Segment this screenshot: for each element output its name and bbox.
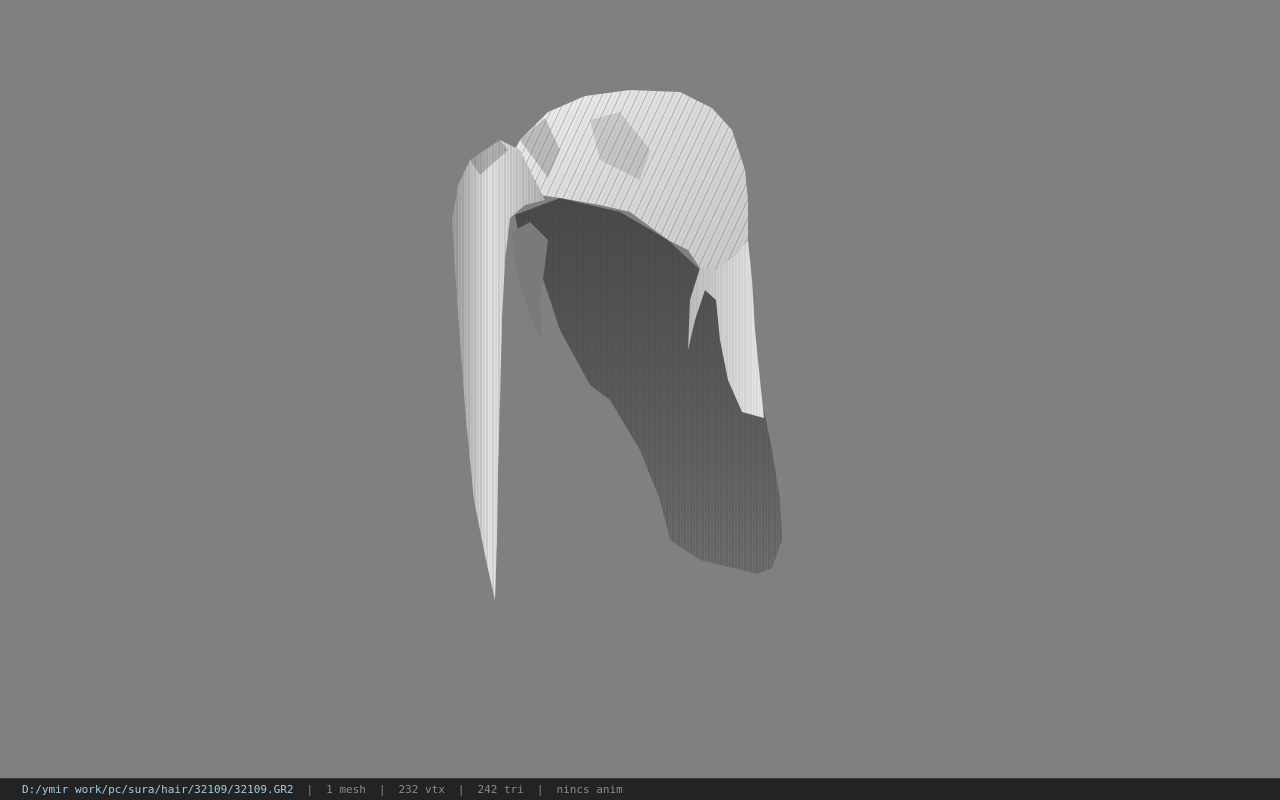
file-path-text: D:/ymir work/pc/sura/hair/32109/32109.GR…	[22, 783, 294, 796]
status-separator: |	[378, 783, 386, 796]
status-separator: |	[457, 783, 465, 796]
vertex-count-text: 232 vtx	[398, 783, 445, 796]
status-separator: |	[306, 783, 314, 796]
anim-status-text: nincs anim	[556, 783, 623, 796]
triangle-count-text: 242 tri	[477, 783, 524, 796]
model-viewport[interactable]	[0, 0, 1280, 778]
status-separator: |	[536, 783, 544, 796]
status-bar: D:/ymir work/pc/sura/hair/32109/32109.GR…	[0, 778, 1280, 800]
hair-model[interactable]	[0, 0, 1280, 778]
mesh-count-text: 1 mesh	[326, 783, 366, 796]
inner-flap-mesh	[512, 222, 548, 342]
